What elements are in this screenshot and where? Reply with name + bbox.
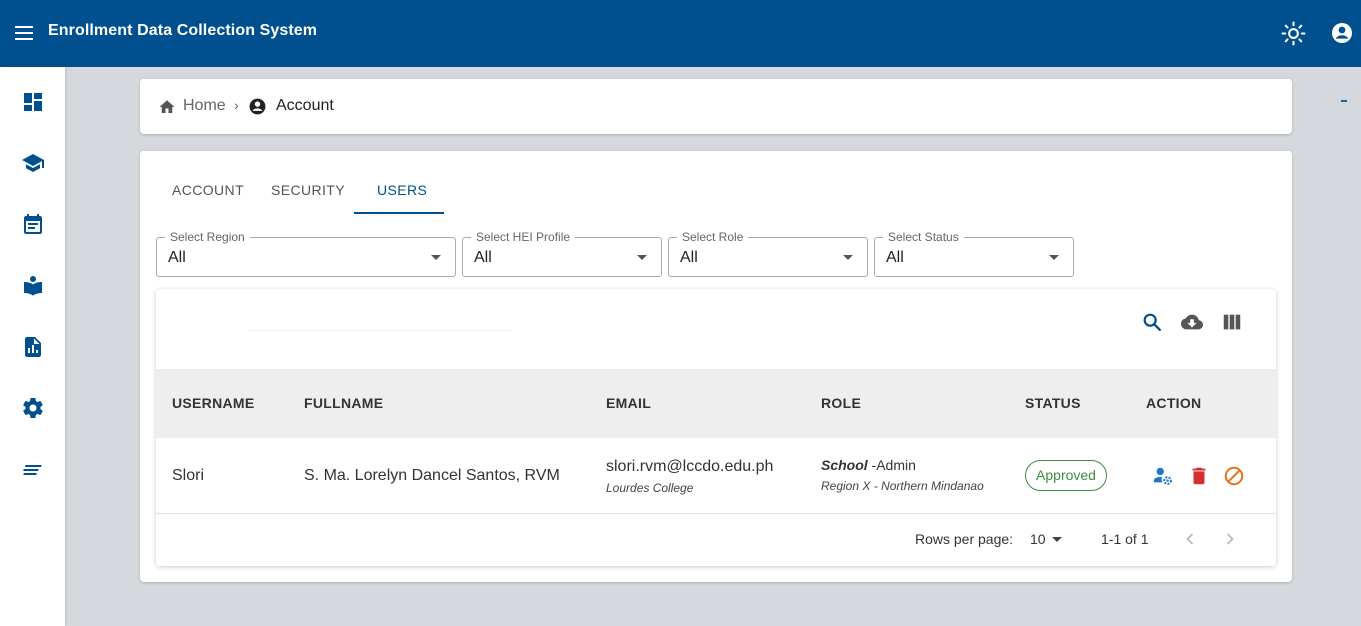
scroll-indicator [1341,100,1347,102]
columns-icon[interactable] [1221,311,1243,333]
column-fullname[interactable]: FULLNAME [304,395,383,411]
chevron-right-icon[interactable] [1220,529,1240,549]
breadcrumb-separator: › [234,97,239,113]
search-icon[interactable] [1141,311,1163,333]
role-name: -Admin [867,457,916,473]
chevron-left-icon[interactable] [1180,529,1200,549]
account-circle-icon[interactable] [1330,21,1354,45]
cell-institution: Lourdes College [606,481,694,495]
tab-account[interactable]: ACCOUNT [172,182,244,198]
status-select-label: Select Status [883,230,964,244]
account-circle-icon [249,98,266,115]
cell-region: Region X - Northern Mindanao [821,479,984,493]
column-role[interactable]: ROLE [821,395,861,411]
cloud-download-icon[interactable] [1180,311,1204,333]
chevron-down-icon [1049,255,1059,260]
active-tab-indicator [354,212,444,214]
tab-security[interactable]: SECURITY [271,182,345,198]
cell-fullname: S. Ma. Lorelyn Dancel Santos, RVM [304,467,560,484]
app-title: Enrollment Data Collection System [48,22,318,39]
sun-icon[interactable] [1281,21,1306,46]
breadcrumb-home[interactable]: Home [183,97,226,115]
cell-role: School -Admin [821,457,916,473]
status-select-value: All [886,249,904,266]
pagination-range: 1-1 of 1 [1101,531,1149,547]
dashboard-icon[interactable] [21,90,45,114]
chevron-down-icon [431,255,441,260]
role-type: School [821,457,868,473]
role-select-value: All [680,249,698,266]
calendar-icon[interactable] [21,212,45,236]
chevron-down-icon[interactable] [1052,537,1062,542]
delete-icon[interactable] [1188,465,1210,487]
school-icon[interactable] [21,151,45,175]
table-divider [156,513,1276,514]
tab-users[interactable]: USERS [377,182,427,198]
hei-profile-select-value: All [474,249,492,266]
column-action: ACTION [1146,395,1202,411]
cell-username: Slori [172,467,205,484]
home-icon [159,100,175,113]
breadcrumb-current: Account [276,97,334,114]
menu-icon[interactable] [14,24,34,42]
hidden-search-field [250,330,512,331]
role-select[interactable]: Select Role All [668,230,868,277]
report-icon[interactable] [21,335,45,359]
region-select[interactable]: Select Region All [156,230,456,277]
role-select-label: Select Role [677,230,749,244]
column-username[interactable]: USERNAME [172,395,255,411]
rows-per-page-label: Rows per page: [915,531,1014,547]
manage-user-icon[interactable] [1151,465,1175,487]
rows-per-page-select[interactable]: 10 [1030,531,1046,547]
sidebar [0,67,65,626]
hei-profile-select[interactable]: Select HEI Profile All [462,230,662,277]
block-icon[interactable] [1223,465,1245,487]
chevron-down-icon [637,255,647,260]
reading-icon[interactable] [21,274,45,298]
app-bar: Enrollment Data Collection System [0,0,1361,67]
region-select-label: Select Region [165,230,250,244]
status-select[interactable]: Select Status All [874,230,1074,277]
settings-icon[interactable] [21,396,45,420]
status-badge: Approved [1025,460,1107,491]
region-select-value: All [168,249,186,266]
cell-email: slori.rvm@lccdo.edu.ph [606,458,774,475]
column-status[interactable]: STATUS [1025,395,1081,411]
list-icon[interactable] [21,458,45,482]
column-email[interactable]: EMAIL [606,395,651,411]
hei-profile-select-label: Select HEI Profile [471,230,576,244]
chevron-down-icon [843,255,853,260]
